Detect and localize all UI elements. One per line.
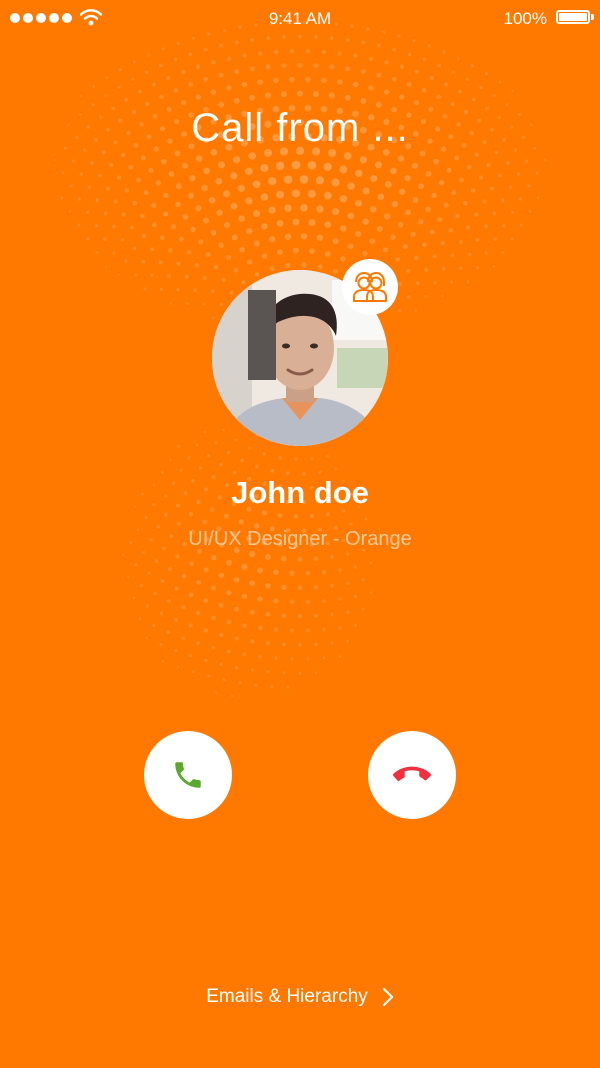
contacts-icon bbox=[342, 259, 398, 315]
chevron-right-icon bbox=[382, 987, 393, 1007]
battery-percentage: 100% bbox=[503, 9, 547, 28]
accept-call-button[interactable] bbox=[144, 731, 232, 819]
emails-hierarchy-link[interactable]: Emails & Hierarchy bbox=[0, 986, 600, 1008]
decline-call-button[interactable] bbox=[368, 731, 456, 819]
call-title: Call from ... bbox=[191, 106, 409, 150]
phone-decline-icon bbox=[393, 766, 431, 782]
caller-role: UI/UX Designer - Orange bbox=[188, 528, 412, 550]
emails-hierarchy-label: Emails & Hierarchy bbox=[206, 986, 368, 1007]
battery-icon bbox=[556, 10, 590, 24]
caller-name: John doe bbox=[231, 475, 369, 510]
phone-accept-icon bbox=[175, 762, 201, 788]
status-bar: 9:41 AM 100% bbox=[0, 0, 600, 36]
battery-tip bbox=[591, 14, 594, 20]
